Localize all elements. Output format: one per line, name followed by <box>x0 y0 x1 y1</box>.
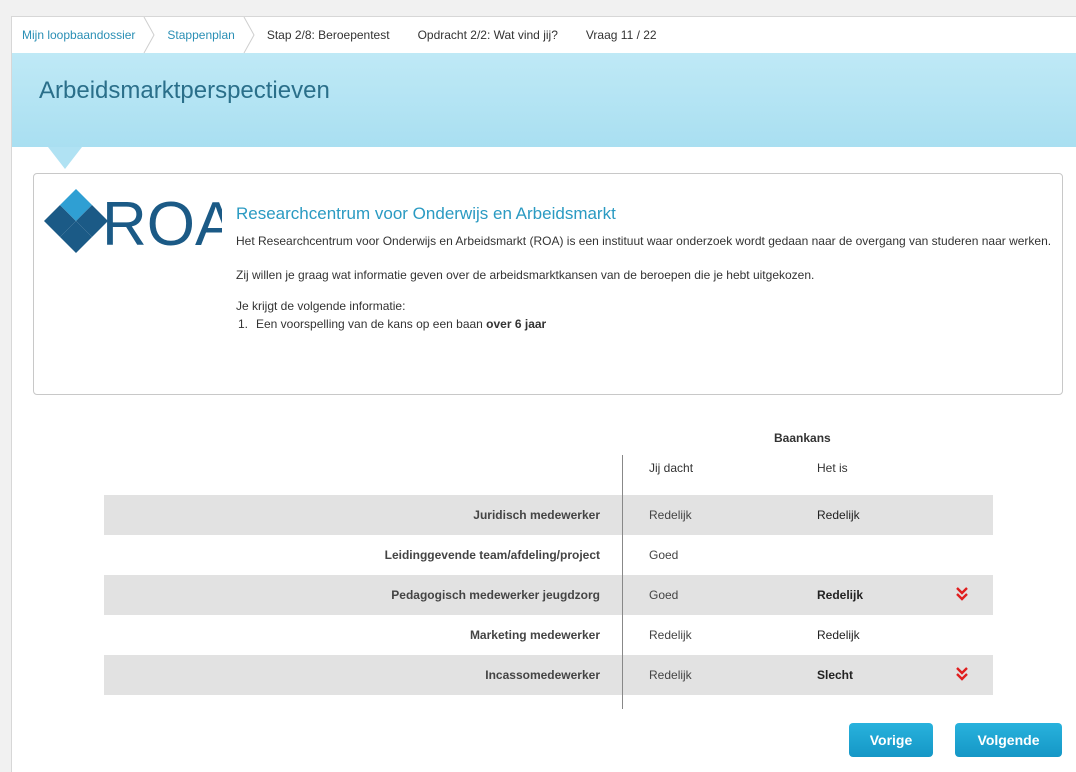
chevron-right-icon <box>143 17 155 53</box>
row-occupation: Pedagogisch medewerker jeugdzorg <box>391 588 600 602</box>
previous-button[interactable]: Vorige <box>849 723 933 757</box>
row-occupation: Marketing medewerker <box>469 628 600 642</box>
header-band: Arbeidsmarktperspectieven <box>12 53 1076 147</box>
column-divider <box>622 455 623 709</box>
row-actual: Redelijk <box>817 588 864 602</box>
table-row: Incassomedewerker Redelijk Slecht <box>104 655 993 695</box>
baankans-table: Baankans Jij dacht Het is Juridisch mede… <box>104 427 993 709</box>
app-frame: Mijn loopbaandossier Stappenplan Stap 2/… <box>11 16 1076 772</box>
info-list-intro: Je krijgt de volgende informatie: <box>236 299 406 313</box>
info-list-item: 1. Een voorspelling van de kans op een b… <box>236 314 1056 334</box>
col-header-actual: Het is <box>817 461 848 475</box>
row-thought: Redelijk <box>649 668 692 682</box>
breadcrumb-item-loopbaandossier[interactable]: Mijn loopbaandossier <box>12 17 155 53</box>
breadcrumb-label: Mijn loopbaandossier <box>22 28 136 42</box>
table-row: Leidinggevende team/afdeling/project Goe… <box>104 535 993 575</box>
breadcrumb: Mijn loopbaandossier Stappenplan Stap 2/… <box>12 17 1076 53</box>
row-occupation: Leidinggevende team/afdeling/project <box>384 548 600 562</box>
breadcrumb-label: Vraag 11 / 22 <box>585 28 657 42</box>
row-thought: Redelijk <box>649 628 692 642</box>
double-chevron-down-icon <box>956 587 968 601</box>
group-header-baankans: Baankans <box>774 431 831 445</box>
double-chevron-down-icon <box>956 667 968 681</box>
page-title: Arbeidsmarktperspectieven <box>39 77 330 104</box>
row-thought: Goed <box>649 588 679 602</box>
row-actual: Slecht <box>817 668 854 682</box>
list-text-bold: over 6 jaar <box>486 317 547 331</box>
roa-logo: ROA <box>44 189 222 254</box>
breadcrumb-label: Opdracht 2/2: Wat vind jij? <box>417 28 558 42</box>
row-occupation: Juridisch medewerker <box>473 508 600 522</box>
chevron-right-icon <box>243 17 255 53</box>
table-row: Juridisch medewerker Redelijk Redelijk <box>104 495 993 535</box>
info-paragraph-1: Het Researchcentrum voor Onderwijs en Ar… <box>236 234 1052 248</box>
svg-text:ROA: ROA <box>102 190 222 254</box>
list-text: Een voorspelling van de kans op een baan… <box>256 317 547 331</box>
table-row: Marketing medewerker Redelijk Redelijk <box>104 615 993 655</box>
table-row: Pedagogisch medewerker jeugdzorg Goed Re… <box>104 575 993 615</box>
row-thought: Redelijk <box>649 508 692 522</box>
breadcrumb-label: Stap 2/8: Beroepentest <box>266 28 390 42</box>
row-actual: Redelijk <box>817 628 860 642</box>
breadcrumb-item-vraag: Vraag 11 / 22 <box>572 17 671 53</box>
breadcrumb-item-stap: Stap 2/8: Beroepentest <box>249 17 404 53</box>
breadcrumb-item-opdracht: Opdracht 2/2: Wat vind jij? <box>404 17 572 53</box>
row-occupation: Incassomedewerker <box>485 668 600 682</box>
info-paragraph-2: Zij willen je graag wat informatie geven… <box>236 268 815 282</box>
table-header: Jij dacht Het is <box>104 451 993 495</box>
next-button[interactable]: Volgende <box>955 723 1062 757</box>
list-number: 1. <box>238 317 249 331</box>
col-header-thought: Jij dacht <box>649 461 694 475</box>
breadcrumb-item-stappenplan[interactable]: Stappenplan <box>149 17 255 53</box>
header-pointer <box>48 147 82 169</box>
info-title: Researchcentrum voor Onderwijs en Arbeid… <box>236 204 616 223</box>
info-panel: ROA Researchcentrum voor Onderwijs en Ar… <box>33 173 1063 395</box>
info-content: Researchcentrum voor Onderwijs en Arbeid… <box>236 204 1056 334</box>
row-actual: Redelijk <box>817 508 860 522</box>
breadcrumb-label: Stappenplan <box>167 28 235 42</box>
row-thought: Goed <box>649 548 679 562</box>
